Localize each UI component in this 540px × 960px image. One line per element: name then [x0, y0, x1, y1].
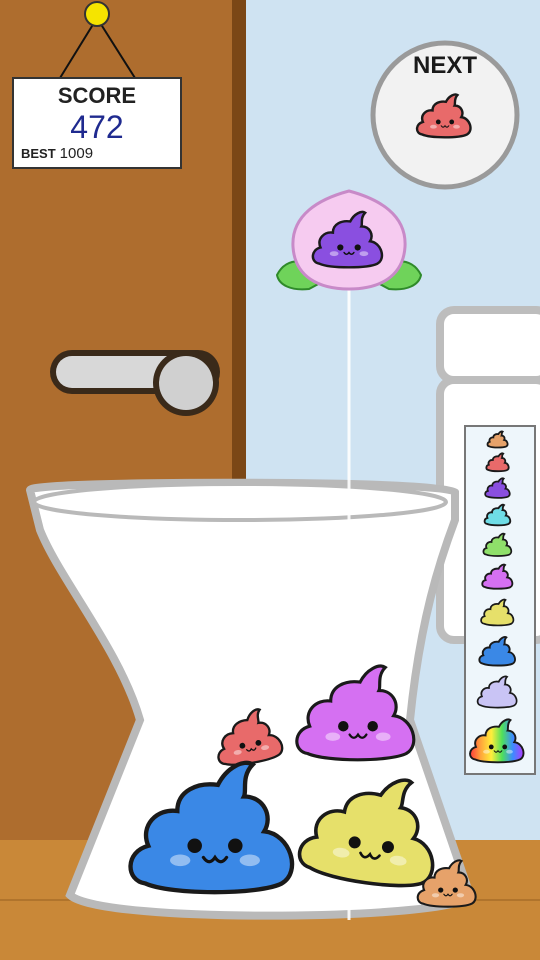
best-score-row: BEST 1009: [21, 145, 93, 162]
score-value: 472: [70, 109, 124, 145]
next-title: NEXT: [412, 52, 477, 79]
score-card: SCORE 472 BEST 1009: [12, 77, 182, 169]
evolution-chart: [464, 425, 536, 775]
best-value: 1009: [59, 145, 94, 162]
best-label: BEST: [21, 146, 56, 161]
score-title: SCORE: [57, 83, 137, 108]
